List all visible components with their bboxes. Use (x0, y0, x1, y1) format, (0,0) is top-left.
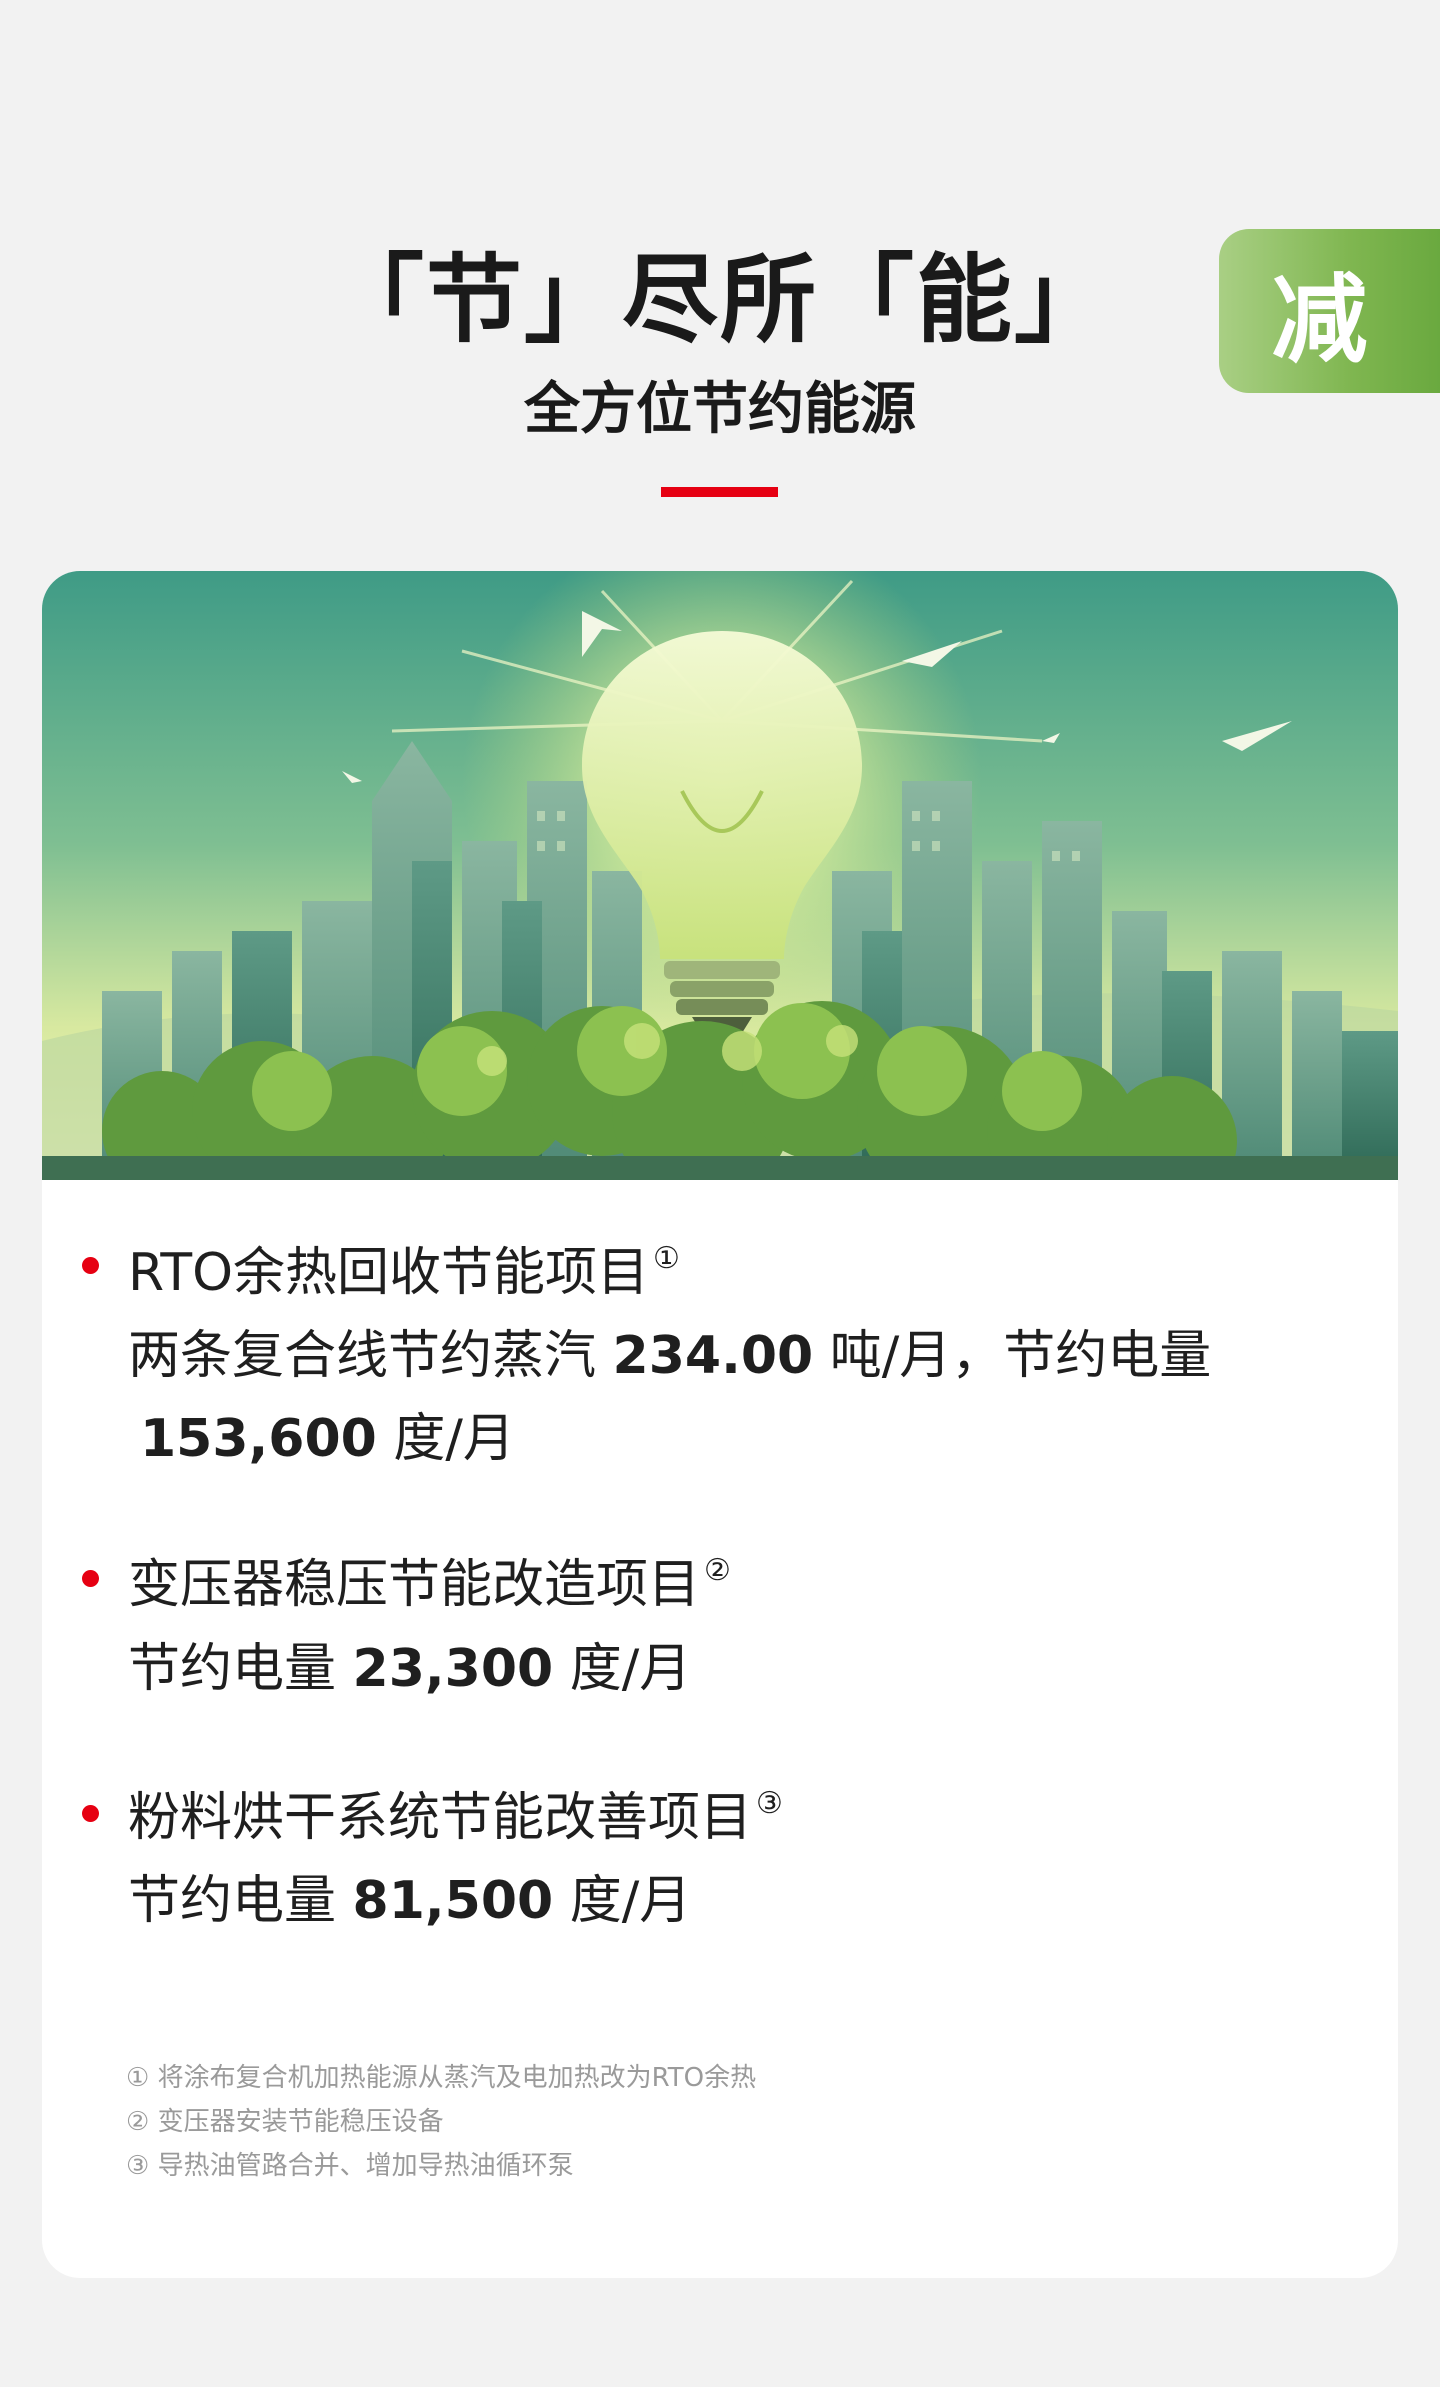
footnote-marker: ③ (756, 1786, 783, 1821)
item-title: RTO余热回收节能项目 ① (128, 1230, 680, 1305)
detail-text: 两条复合线节约蒸汽 (128, 1326, 597, 1386)
footnote-marker: ② (704, 1553, 731, 1588)
bullet-dot (82, 1570, 99, 1587)
detail-text: 节约电量 (128, 1639, 337, 1699)
lightbulb-city-illustration (42, 571, 1398, 1180)
detail-text: 节约电量 (128, 1871, 337, 1931)
reduce-tab-label: 减 (1271, 263, 1368, 376)
detail-value: 153,600 (140, 1409, 377, 1469)
detail-value: 234.00 (612, 1326, 814, 1386)
reduce-tab: 减 (1219, 229, 1440, 393)
item-title: 粉料烘干系统节能改善项目 ③ (128, 1775, 783, 1850)
detail-unit: 吨/月，节约电量 (829, 1326, 1212, 1386)
item-detail-line: 节约电量 23,300 度/月 (128, 1626, 691, 1701)
footnote-marker: ① (653, 1241, 680, 1276)
detail-unit: 度/月 (569, 1871, 692, 1931)
item-title-text: 变压器稳压节能改造项目 (128, 1555, 701, 1615)
item-title: 变压器稳压节能改造项目 ② (128, 1542, 731, 1617)
footnote: ③ 导热油管路合并、增加导热油循环泵 (126, 2151, 574, 2181)
item-detail-line: 153,600 度/月 (128, 1396, 515, 1471)
content-card: RTO余热回收节能项目 ① 两条复合线节约蒸汽 234.00 吨/月，节约电量 1… (42, 571, 1398, 2278)
detail-unit: 度/月 (569, 1639, 692, 1699)
item-title-text: RTO余热回收节能项目 (128, 1243, 650, 1303)
bullet-dot (82, 1257, 99, 1274)
bullet-dot (82, 1805, 99, 1822)
detail-unit: 度/月 (393, 1409, 515, 1469)
item-detail-line: 两条复合线节约蒸汽 234.00 吨/月，节约电量 (128, 1313, 1211, 1388)
item-title-text: 粉料烘干系统节能改善项目 (128, 1788, 753, 1848)
title-divider (661, 487, 778, 497)
detail-value: 23,300 (352, 1639, 554, 1699)
detail-value: 81,500 (352, 1871, 554, 1931)
footnotes: ① 将涂布复合机加热能源从蒸汽及电加热改为RTO余热 ② 变压器安装节能稳压设备… (126, 2056, 756, 2188)
item-detail-line: 节约电量 81,500 度/月 (128, 1858, 691, 1933)
footnote: ② 变压器安装节能稳压设备 (126, 2107, 444, 2137)
footnote: ① 将涂布复合机加热能源从蒸汽及电加热改为RTO余热 (126, 2063, 757, 2093)
